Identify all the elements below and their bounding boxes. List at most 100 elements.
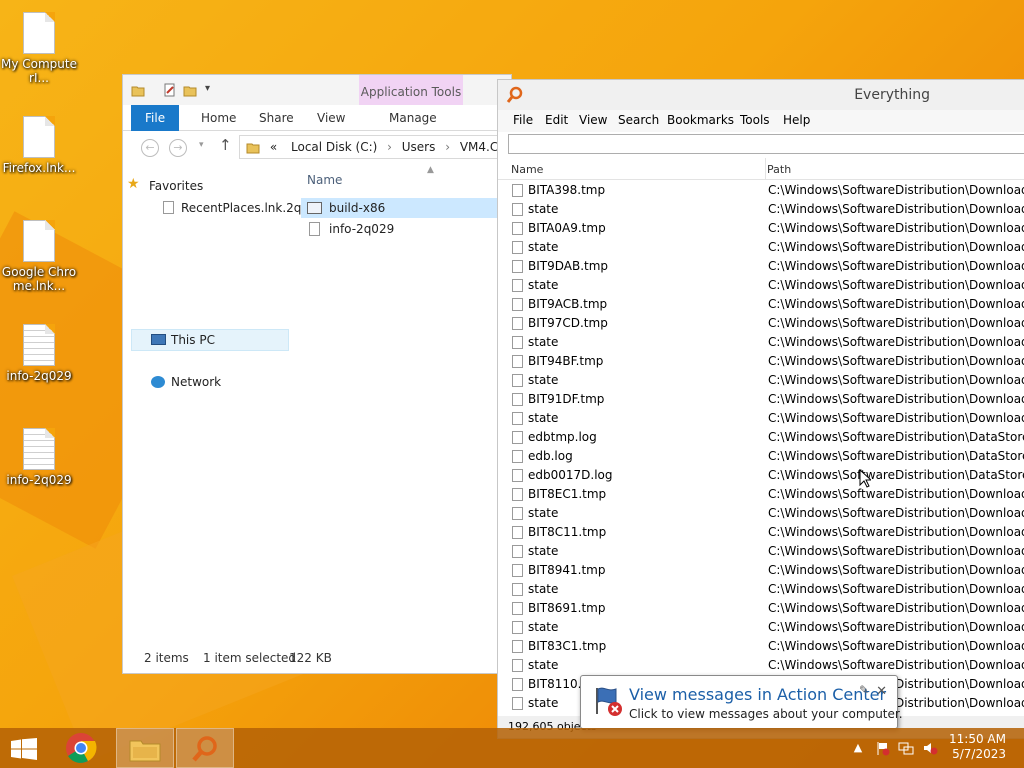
menu-bar: File Edit View Search Bookmarks Tools He… [498, 110, 1024, 132]
menu-tools[interactable]: Tools [740, 113, 770, 127]
column-header-path[interactable]: Path [767, 163, 791, 176]
search-input[interactable] [508, 134, 1024, 154]
tab-share[interactable]: Share [245, 105, 308, 131]
result-row[interactable]: BIT8EC1.tmp C:\Windows\SoftwareDistributi… [498, 485, 1024, 504]
result-row[interactable]: BIT97CD.tmp C:\Windows\SoftwareDistributi… [498, 314, 1024, 333]
result-row[interactable]: BIT8941.tmp C:\Windows\SoftwareDistributi… [498, 561, 1024, 580]
taskbar-file-explorer[interactable] [116, 728, 174, 768]
show-hidden-icons-chevron-icon[interactable]: ▲ [850, 740, 866, 756]
tab-file[interactable]: File [131, 105, 180, 131]
folder-icon [246, 143, 260, 154]
breadcrumb-item-local-disk[interactable]: Local Disk (C:) [291, 140, 377, 154]
menu-edit[interactable]: Edit [545, 113, 568, 127]
result-row[interactable]: state C:\Windows\SoftwareDistribution\Dow… [498, 333, 1024, 352]
result-path: C:\Windows\SoftwareDistribution\Download… [768, 563, 1024, 577]
contextual-tab-group-label: Application Tools [360, 85, 462, 99]
folder-icon [129, 740, 161, 762]
result-row[interactable]: state C:\Windows\SoftwareDistribution\Dow… [498, 580, 1024, 599]
taskbar-everything[interactable] [176, 728, 234, 768]
result-row[interactable]: state C:\Windows\SoftwareDistribution\Dow… [498, 238, 1024, 257]
result-row[interactable]: BIT8691.tmp C:\Windows\SoftwareDistributi… [498, 599, 1024, 618]
system-clock[interactable]: 11:50 AM 5/7/2023 [949, 732, 1006, 762]
menu-search[interactable]: Search [618, 113, 659, 127]
quick-access-dropdown-icon[interactable]: ▾ [205, 83, 219, 97]
column-header-name[interactable]: Name [307, 173, 342, 187]
result-row[interactable]: BIT94BF.tmp C:\Windows\SoftwareDistributi… [498, 352, 1024, 371]
breadcrumb-overflow[interactable]: « [270, 140, 277, 154]
result-name: state [528, 544, 559, 558]
file-row-info-2q029[interactable]: info-2q029 [301, 219, 501, 239]
explorer-titlebar[interactable]: ▾ Application Tools [123, 75, 511, 131]
breadcrumb-separator-icon: › [445, 140, 451, 154]
result-row[interactable]: state C:\Windows\SoftwareDistribution\Dow… [498, 542, 1024, 561]
sort-ascending-icon: ▲ [427, 165, 434, 175]
everything-titlebar[interactable]: Everything [498, 80, 1024, 110]
pin-icon[interactable]: ✎ [859, 683, 869, 697]
column-header-name[interactable]: Name [511, 163, 543, 176]
menu-bookmarks[interactable]: Bookmarks [667, 113, 734, 127]
file-icon [512, 697, 523, 710]
menu-help[interactable]: Help [783, 113, 810, 127]
text-file-icon [309, 222, 320, 236]
address-bar[interactable]: « Local Disk (C:) › Users › VM4.COLLAB [239, 135, 511, 159]
result-row[interactable]: state C:\Windows\SoftwareDistribution\Dow… [498, 656, 1024, 675]
properties-icon[interactable] [163, 83, 177, 97]
result-row[interactable]: state C:\Windows\SoftwareDistribution\Dow… [498, 371, 1024, 390]
result-row[interactable]: BIT91DF.tmp C:\Windows\SoftwareDistributi… [498, 390, 1024, 409]
desktop-icon-info-2q029-copy[interactable]: info-2q029 [0, 428, 78, 487]
file-icon [512, 469, 523, 482]
taskbar-chrome[interactable] [56, 728, 114, 768]
network-icon[interactable] [898, 740, 914, 756]
desktop-icon-firefox[interactable]: Firefox.lnk... [0, 116, 78, 175]
result-path: C:\Windows\SoftwareDistribution\Download… [768, 392, 1024, 406]
action-center-notification[interactable]: View messages in Action Center Click to … [580, 675, 903, 729]
tab-home[interactable]: Home [187, 105, 250, 131]
menu-file[interactable]: File [513, 113, 533, 127]
result-row[interactable]: state C:\Windows\SoftwareDistribution\Dow… [498, 409, 1024, 428]
recent-locations-icon[interactable]: ▾ [199, 140, 204, 150]
action-center-flag-icon[interactable] [875, 740, 891, 756]
menu-view[interactable]: View [579, 113, 607, 127]
desktop-icon-my-computer[interactable]: My ComputerI... [0, 12, 78, 85]
result-row[interactable]: edb.log C:\Windows\SoftwareDistribution\D… [498, 447, 1024, 466]
result-row[interactable]: BIT83C1.tmp C:\Windows\SoftwareDistributi… [498, 637, 1024, 656]
result-row[interactable]: state C:\Windows\SoftwareDistribution\Dow… [498, 618, 1024, 637]
nav-item-recent-places[interactable]: RecentPlaces.lnk.2q0 [163, 201, 309, 215]
notification-title[interactable]: View messages in Action Center [629, 685, 886, 704]
text-file-icon [23, 324, 55, 366]
start-button[interactable] [0, 728, 48, 768]
result-row[interactable]: BIT9DAB.tmp C:\Windows\SoftwareDistributi… [498, 257, 1024, 276]
desktop-icon-google-chrome[interactable]: Google Chrome.lnk... [0, 220, 78, 293]
desktop-icon-info-2q029[interactable]: info-2q029 [0, 324, 78, 383]
result-row[interactable]: BITA0A9.tmp C:\Windows\SoftwareDistributi… [498, 219, 1024, 238]
result-name: BIT94BF.tmp [528, 354, 604, 368]
result-path: C:\Windows\SoftwareDistribution\Download… [768, 487, 1024, 501]
column-divider[interactable] [765, 158, 766, 180]
result-row[interactable]: state C:\Windows\SoftwareDistribution\Dow… [498, 504, 1024, 523]
file-row-build-x86[interactable]: build-x86 [301, 198, 501, 218]
file-icon [512, 431, 523, 444]
volume-muted-icon[interactable] [922, 740, 938, 756]
result-row[interactable]: BITA398.tmp C:\Windows\SoftwareDistributi… [498, 181, 1024, 200]
tab-view[interactable]: View [303, 105, 359, 131]
up-arrow-icon[interactable]: ↑ [219, 136, 232, 154]
result-name: edbtmp.log [528, 430, 597, 444]
desktop-icon-label: My ComputerI... [1, 57, 77, 85]
result-row[interactable]: BIT8C11.tmp C:\Windows\SoftwareDistributi… [498, 523, 1024, 542]
breadcrumb-item-users[interactable]: Users [402, 140, 436, 154]
nav-item-favorites[interactable]: ★ Favorites [127, 176, 203, 193]
forward-button[interactable]: → [169, 139, 187, 157]
result-row[interactable]: state C:\Windows\SoftwareDistribution\Dow… [498, 200, 1024, 219]
result-row[interactable]: edb0017D.log C:\Windows\SoftwareDistribut… [498, 466, 1024, 485]
result-row[interactable]: BIT9ACB.tmp C:\Windows\SoftwareDistributi… [498, 295, 1024, 314]
new-folder-icon[interactable] [183, 83, 197, 97]
back-button[interactable]: ← [141, 139, 159, 157]
result-row[interactable]: state C:\Windows\SoftwareDistribution\Dow… [498, 276, 1024, 295]
result-row[interactable]: edbtmp.log C:\Windows\SoftwareDistributio… [498, 428, 1024, 447]
desktop-icon-label: Firefox.lnk... [2, 161, 76, 175]
close-icon[interactable]: ✕ [876, 684, 887, 699]
nav-item-this-pc[interactable]: This PC [151, 333, 215, 347]
result-name: BIT8C11.tmp [528, 525, 607, 539]
nav-item-network[interactable]: Network [151, 375, 221, 389]
tab-manage[interactable]: Manage [375, 105, 451, 131]
